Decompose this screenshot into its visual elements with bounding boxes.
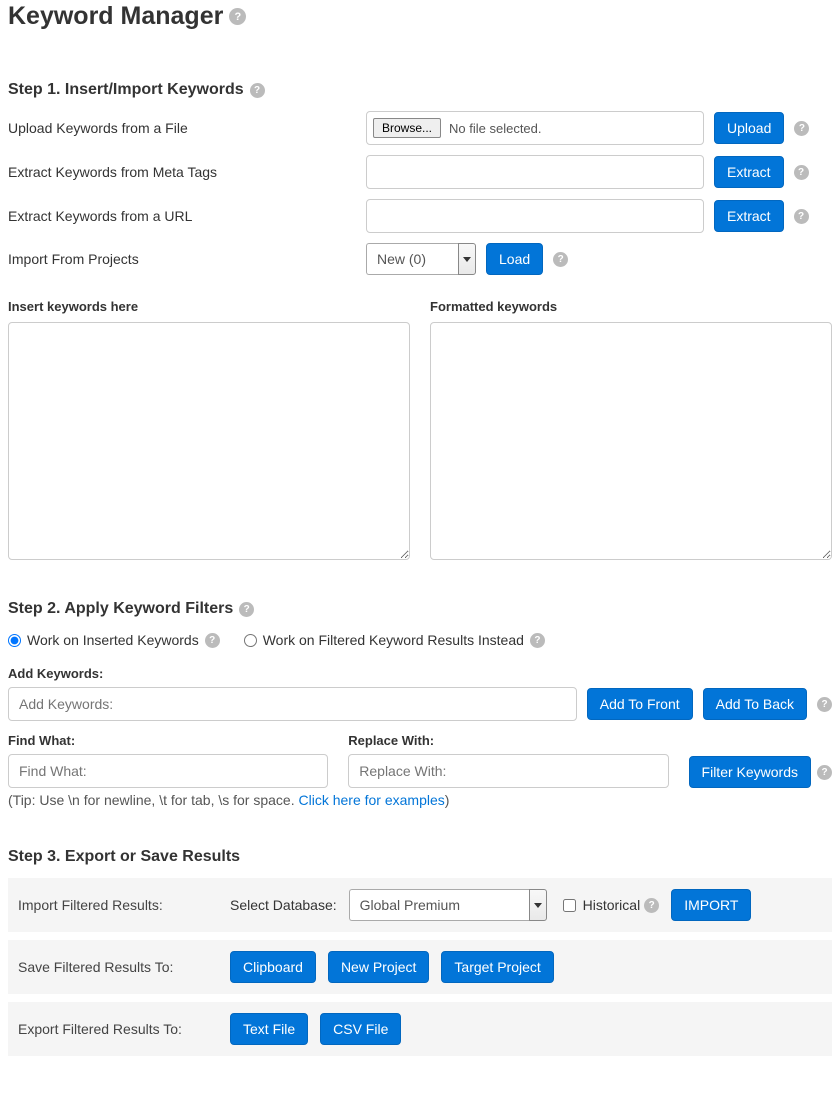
find-input[interactable] <box>8 754 328 788</box>
new-project-button[interactable]: New Project <box>328 951 429 983</box>
save-results-label: Save Filtered Results To: <box>18 959 218 975</box>
formatted-keywords-textarea[interactable] <box>430 322 832 560</box>
row-upload-file: Upload Keywords from a File Browse... No… <box>8 111 832 145</box>
target-project-button[interactable]: Target Project <box>441 951 553 983</box>
row-extract-url: Extract Keywords from a URL Extract <box>8 199 832 233</box>
help-icon[interactable] <box>205 633 220 648</box>
extract-meta-label: Extract Keywords from Meta Tags <box>8 164 356 180</box>
database-select-inner[interactable]: Global Premium <box>349 889 529 921</box>
page-title-text: Keyword Manager <box>8 2 223 31</box>
add-keywords-row: Add To Front Add To Back <box>8 687 832 721</box>
replace-input[interactable] <box>348 754 668 788</box>
help-icon[interactable] <box>239 602 254 617</box>
add-keywords-input[interactable] <box>8 687 577 721</box>
help-icon[interactable] <box>530 633 545 648</box>
find-replace-row: Find What: Replace With: Filter Keywords <box>8 733 832 788</box>
help-icon[interactable] <box>794 165 809 180</box>
row-import-results: Import Filtered Results: Select Database… <box>8 878 832 932</box>
import-results-label: Import Filtered Results: <box>18 897 218 913</box>
extract-url-label: Extract Keywords from a URL <box>8 208 356 224</box>
radio-inserted-input[interactable] <box>8 634 21 647</box>
add-to-back-button[interactable]: Add To Back <box>703 688 807 720</box>
upload-button[interactable]: Upload <box>714 112 784 144</box>
tip-text: (Tip: Use \n for newline, \t for tab, \s… <box>8 792 832 808</box>
help-icon[interactable] <box>229 8 246 25</box>
insert-keywords-label: Insert keywords here <box>8 299 410 314</box>
browse-button[interactable]: Browse... <box>373 118 441 138</box>
help-icon[interactable] <box>553 252 568 267</box>
chevron-down-icon <box>529 889 547 921</box>
import-projects-label: Import From Projects <box>8 251 356 267</box>
formatted-keywords-label: Formatted keywords <box>430 299 832 314</box>
url-input[interactable] <box>366 199 704 233</box>
examples-link[interactable]: Click here for examples <box>299 792 445 808</box>
text-file-button[interactable]: Text File <box>230 1013 308 1045</box>
import-button[interactable]: IMPORT <box>671 889 751 921</box>
filter-mode-radios: Work on Inserted Keywords Work on Filter… <box>8 632 832 648</box>
row-import-projects: Import From Projects New (0) Load <box>8 243 832 275</box>
help-icon[interactable] <box>817 697 832 712</box>
help-icon[interactable] <box>794 121 809 136</box>
filter-keywords-button[interactable]: Filter Keywords <box>689 756 811 788</box>
radio-inserted[interactable]: Work on Inserted Keywords <box>8 632 220 648</box>
add-to-front-button[interactable]: Add To Front <box>587 688 693 720</box>
chevron-down-icon <box>458 243 476 275</box>
help-icon[interactable] <box>817 765 832 780</box>
row-extract-meta: Extract Keywords from Meta Tags Extract <box>8 155 832 189</box>
select-db-label: Select Database: <box>230 897 337 913</box>
upload-label: Upload Keywords from a File <box>8 120 356 136</box>
step3-heading: Step 3. Export or Save Results <box>8 848 832 866</box>
step1-heading: Step 1. Insert/Import Keywords <box>8 81 832 99</box>
file-input[interactable]: Browse... No file selected. <box>366 111 704 145</box>
project-select[interactable]: New (0) <box>366 243 476 275</box>
help-icon[interactable] <box>644 898 659 913</box>
radio-filtered-input[interactable] <box>244 634 257 647</box>
help-icon[interactable] <box>794 209 809 224</box>
clipboard-button[interactable]: Clipboard <box>230 951 316 983</box>
add-keywords-label: Add Keywords: <box>8 666 832 681</box>
database-select[interactable]: Global Premium <box>349 889 547 921</box>
project-select-inner[interactable]: New (0) <box>366 243 458 275</box>
historical-checkbox[interactable]: Historical <box>559 896 660 915</box>
file-status: No file selected. <box>449 121 542 136</box>
radio-filtered[interactable]: Work on Filtered Keyword Results Instead <box>244 632 545 648</box>
export-results-label: Export Filtered Results To: <box>18 1021 218 1037</box>
insert-keywords-textarea[interactable] <box>8 322 410 560</box>
csv-file-button[interactable]: CSV File <box>320 1013 401 1045</box>
row-export-results: Export Filtered Results To: Text File CS… <box>8 1002 832 1056</box>
page-title: Keyword Manager <box>8 2 832 31</box>
row-save-results: Save Filtered Results To: Clipboard New … <box>8 940 832 994</box>
find-label: Find What: <box>8 733 328 748</box>
load-button[interactable]: Load <box>486 243 543 275</box>
extract-url-button[interactable]: Extract <box>714 200 784 232</box>
extract-meta-button[interactable]: Extract <box>714 156 784 188</box>
replace-label: Replace With: <box>348 733 668 748</box>
step2-heading: Step 2. Apply Keyword Filters <box>8 600 832 618</box>
historical-checkbox-input[interactable] <box>563 899 576 912</box>
help-icon[interactable] <box>250 83 265 98</box>
meta-tags-input[interactable] <box>366 155 704 189</box>
insert-formatted-row: Insert keywords here Formatted keywords <box>8 299 832 560</box>
